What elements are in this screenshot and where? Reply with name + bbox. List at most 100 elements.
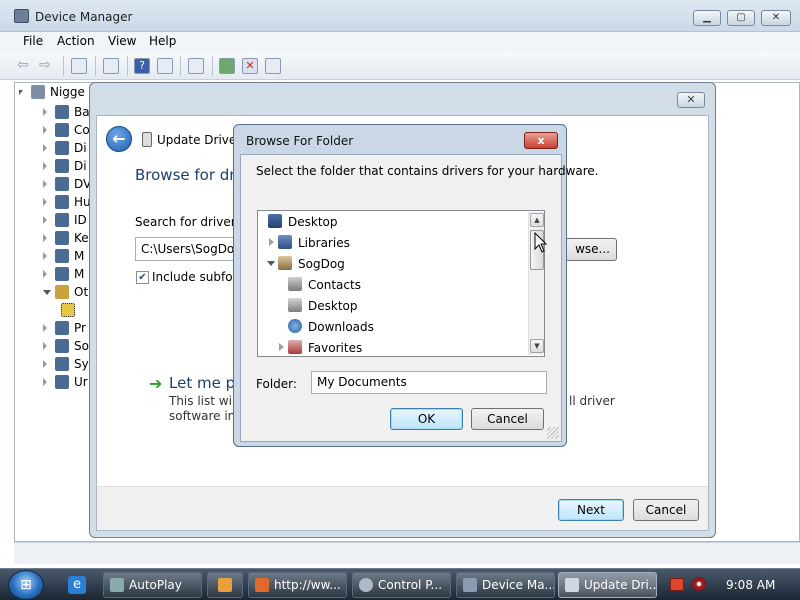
include-subfolders-label[interactable]: Include subfold — [152, 270, 236, 284]
scan-hardware-icon[interactable] — [188, 58, 204, 74]
task-label: http://ww... — [274, 578, 341, 592]
scroll-up-icon[interactable]: ▲ — [530, 213, 544, 227]
disable-device-icon[interactable] — [265, 58, 281, 74]
menu-bar: File Action View Help — [0, 32, 800, 52]
media-player-icon — [218, 578, 232, 592]
libraries-icon — [278, 235, 292, 249]
collapse-icon[interactable] — [19, 90, 23, 99]
tree-item-label: Ur — [74, 375, 88, 389]
dialog-prompt: Select the folder that contains drivers … — [256, 164, 599, 178]
expand-icon[interactable] — [43, 360, 47, 368]
device-category-icon — [55, 123, 69, 137]
close-button[interactable]: ✕ — [761, 10, 791, 26]
autoplay-icon — [110, 578, 124, 592]
expand-icon[interactable] — [43, 180, 47, 188]
folder-label: Folder: — [256, 377, 297, 391]
taskbar-task-autoplay[interactable]: AutoPlay — [103, 572, 202, 598]
ok-button[interactable]: OK — [390, 408, 463, 430]
toolbar-separator — [63, 56, 64, 76]
contacts-icon — [288, 277, 302, 291]
let-me-pick-link[interactable]: Let me pi — [169, 374, 237, 392]
forward-arrow-icon[interactable]: ⇨ — [39, 58, 55, 74]
wizard-cancel-button[interactable]: Cancel — [633, 499, 699, 521]
expand-icon[interactable] — [43, 108, 47, 116]
desktop-icon — [268, 214, 282, 228]
resize-grip-icon[interactable] — [547, 427, 559, 439]
device-category-icon — [55, 231, 69, 245]
browse-for-folder-dialog: Browse For Folder x Select the folder th… — [233, 124, 599, 447]
computer-icon — [31, 85, 45, 99]
toolbar-separator — [95, 56, 96, 76]
toolbar-separator — [180, 56, 181, 76]
expand-icon[interactable] — [43, 162, 47, 170]
device-manager-titlebar[interactable]: Device Manager ▁ ▢ ✕ — [0, 0, 800, 32]
expand-icon[interactable] — [43, 126, 47, 134]
help-icon[interactable]: ? — [134, 58, 150, 74]
wizard-close-button[interactable]: ✕ — [677, 92, 705, 108]
expand-icon[interactable] — [43, 144, 47, 152]
control-panel-icon — [359, 578, 373, 592]
expand-icon[interactable] — [43, 252, 47, 260]
menu-action[interactable]: Action — [57, 34, 95, 48]
maximize-button[interactable]: ▢ — [727, 10, 755, 26]
include-subfolders-checkbox[interactable]: ✔ — [136, 271, 149, 284]
taskbar-task-control-panel[interactable]: Control P... — [352, 572, 451, 598]
taskbar-task-browser[interactable]: http://ww... — [248, 572, 347, 598]
tree-item-label: Pr — [74, 321, 86, 335]
action-pane-icon[interactable] — [157, 58, 173, 74]
tree-item-label: Ot — [74, 285, 89, 299]
taskbar-task-media[interactable] — [207, 572, 243, 598]
task-label: Update Dri... — [584, 578, 657, 592]
browser-icon — [255, 578, 269, 592]
uninstall-icon[interactable]: ✕ — [242, 58, 258, 74]
expand-icon[interactable] — [43, 378, 47, 386]
show-hide-console-tree-icon[interactable] — [71, 58, 87, 74]
taskbar-task-device-manager[interactable]: Device Ma... — [456, 572, 555, 598]
minimize-button[interactable]: ▁ — [693, 10, 721, 26]
tree-node-label: SogDog — [298, 257, 345, 271]
menu-file[interactable]: File — [23, 34, 43, 48]
back-arrow-icon[interactable]: ⇦ — [17, 58, 33, 74]
taskbar-task-update-driver[interactable]: Update Dri... — [558, 572, 657, 598]
collapse-icon[interactable] — [267, 261, 275, 266]
expand-icon[interactable] — [269, 238, 274, 246]
scroll-down-icon[interactable]: ▼ — [530, 339, 544, 353]
dialog-cancel-button[interactable]: Cancel — [471, 408, 544, 430]
update-driver-icon[interactable] — [219, 58, 235, 74]
device-category-icon — [55, 177, 69, 191]
back-button[interactable]: ← — [106, 126, 132, 152]
browse-button[interactable]: wse... — [565, 238, 617, 261]
ie-quicklaunch-icon[interactable]: e — [68, 576, 86, 594]
menu-view[interactable]: View — [108, 34, 136, 48]
expand-icon[interactable] — [43, 234, 47, 242]
properties-icon[interactable] — [103, 58, 119, 74]
dialog-content: Select the folder that contains drivers … — [240, 154, 599, 442]
update-driver-icon — [565, 578, 579, 592]
device-category-icon — [55, 105, 69, 119]
expand-icon[interactable] — [43, 198, 47, 206]
system-tray: 9:08 AM — [664, 570, 800, 600]
expand-icon[interactable] — [43, 342, 47, 350]
menu-help[interactable]: Help — [149, 34, 176, 48]
expand-icon[interactable] — [43, 270, 47, 278]
next-button[interactable]: Next — [558, 499, 624, 521]
expand-icon[interactable] — [279, 343, 284, 351]
folder-input[interactable]: My Documents — [311, 371, 547, 394]
tray-app-icon[interactable] — [670, 578, 684, 591]
dialog-close-button[interactable]: x — [524, 132, 558, 149]
device-category-icon — [55, 249, 69, 263]
collapse-icon[interactable] — [43, 290, 51, 295]
driver-path-input[interactable]: C:\Users\SogDog\ — [135, 237, 235, 261]
device-icon — [142, 132, 152, 147]
device-category-icon — [55, 195, 69, 209]
device-category-icon — [55, 141, 69, 155]
folder-tree[interactable]: Desktop Libraries SogDog Contacts Deskto… — [257, 210, 545, 357]
expand-icon[interactable] — [43, 216, 47, 224]
start-button[interactable]: ⊞ — [8, 570, 44, 600]
tree-item-label: Di — [74, 141, 87, 155]
expand-icon[interactable] — [43, 324, 47, 332]
tray-record-icon[interactable] — [692, 577, 706, 591]
device-manager-icon — [463, 578, 477, 592]
dialog-title: Browse For Folder — [246, 134, 354, 148]
clock[interactable]: 9:08 AM — [726, 578, 775, 592]
